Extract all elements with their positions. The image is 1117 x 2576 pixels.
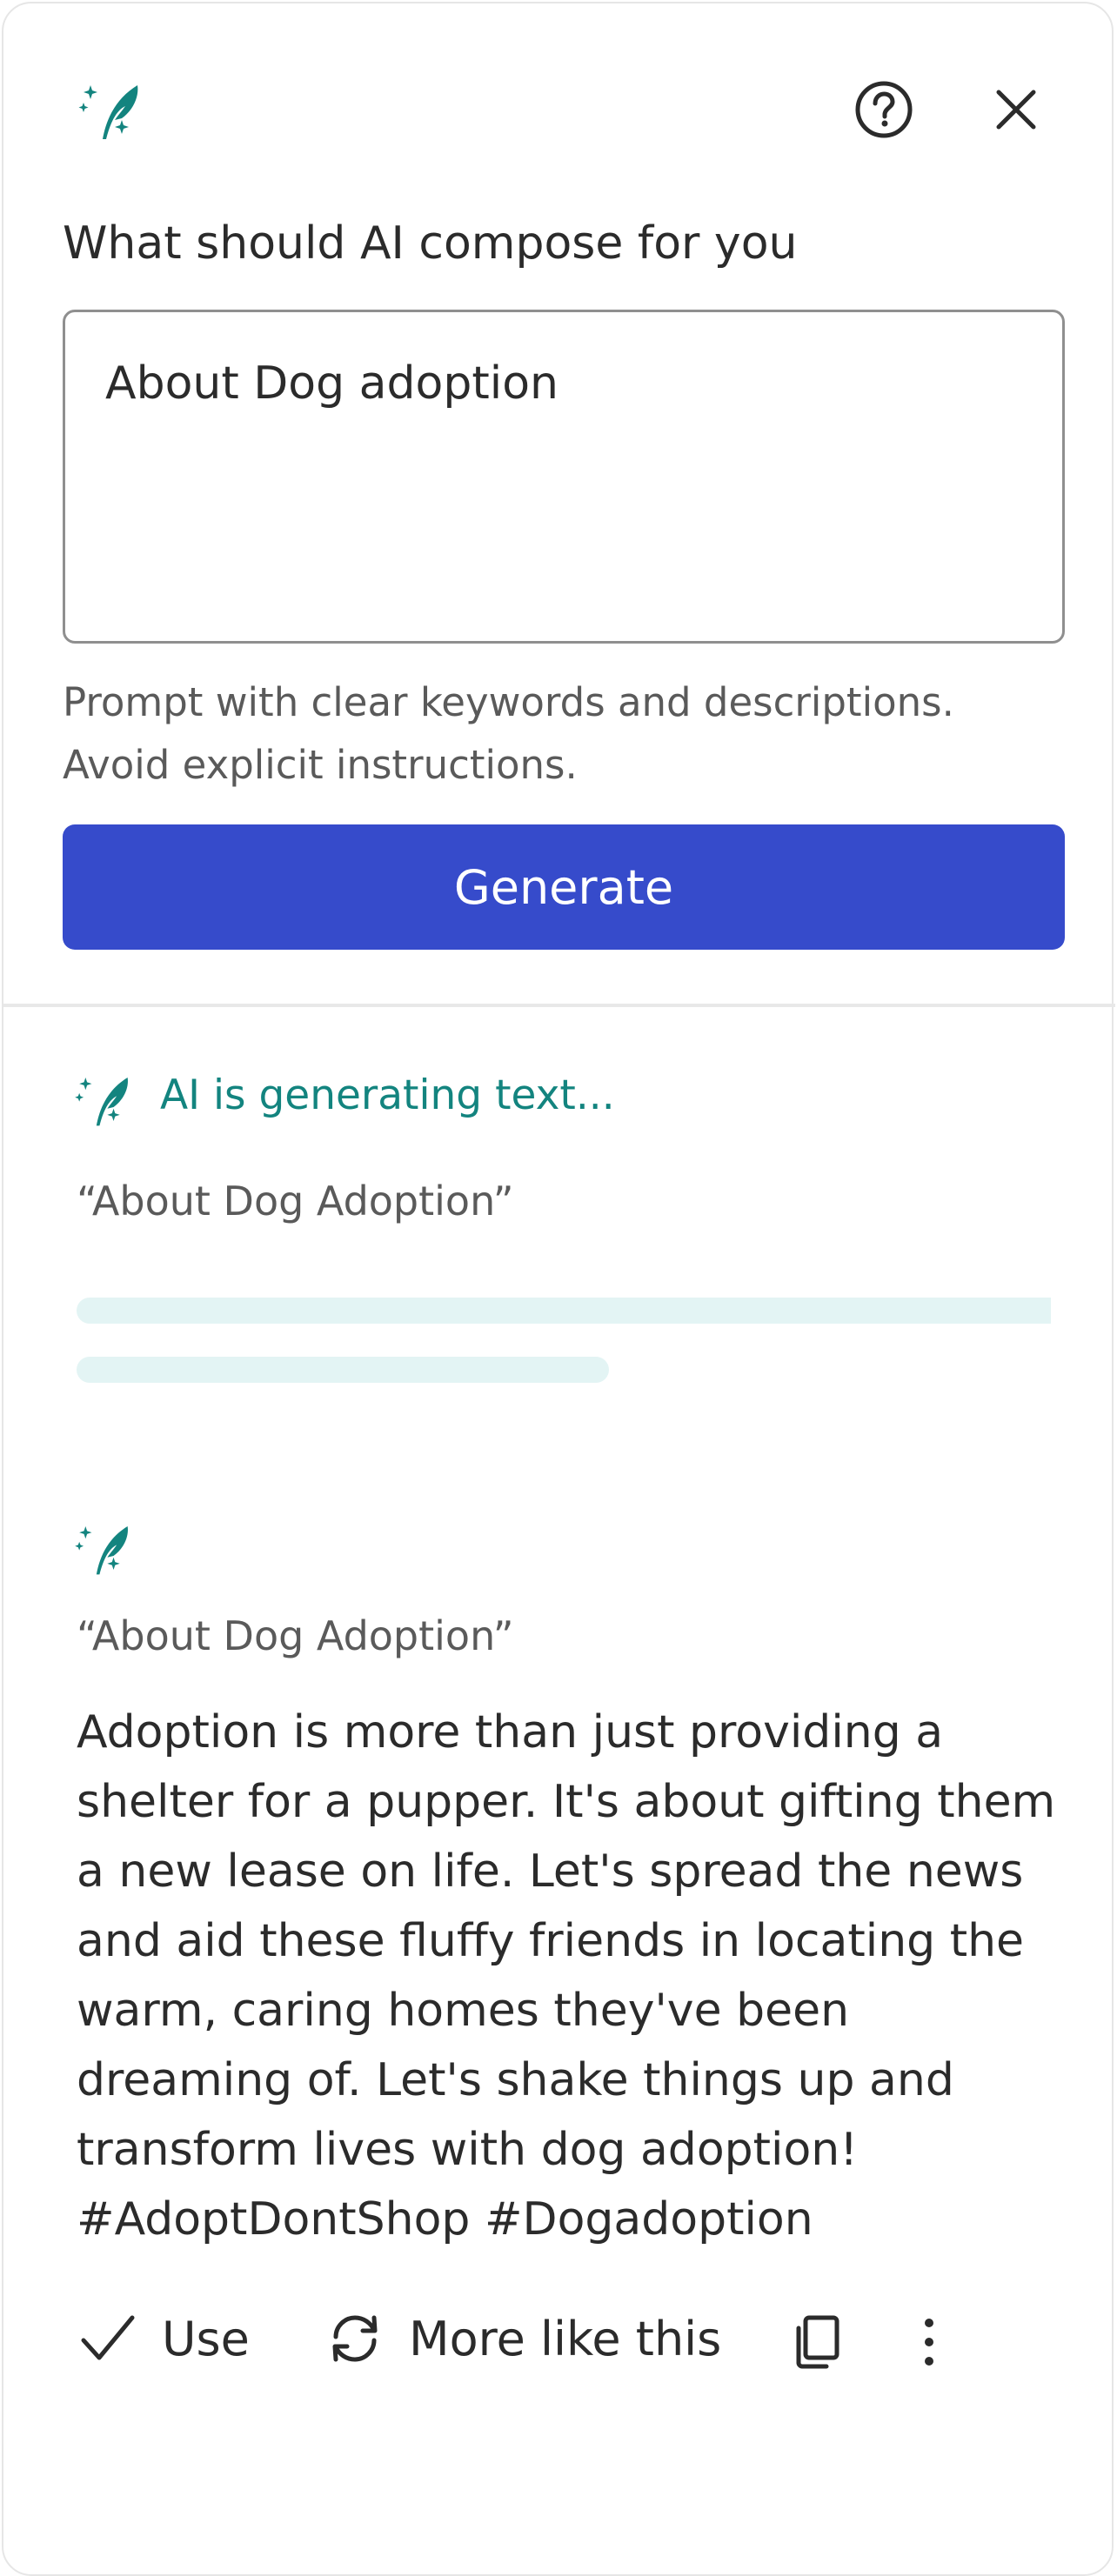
ai-compose-panel: What should AI compose for you About Dog… — [2, 2, 1115, 2576]
more-like-this-label: More like this — [409, 2311, 722, 2366]
loading-skeleton-line — [77, 1298, 1051, 1324]
copy-icon — [796, 2315, 839, 2369]
sparkle-feather-icon — [75, 1077, 128, 1126]
use-button[interactable]: Use — [77, 2299, 250, 2378]
generating-status: AI is generating text... — [160, 1071, 615, 1119]
prompt-input[interactable]: About Dog adoption — [63, 310, 1065, 644]
check-icon — [81, 2315, 135, 2360]
more-options-button[interactable] — [905, 2303, 967, 2381]
generated-text: Adoption is more than just providing a s… — [77, 1706, 1056, 2246]
section-divider — [3, 1004, 1115, 1007]
close-icon[interactable] — [988, 82, 1044, 137]
more-like-this-button[interactable]: More like this — [324, 2299, 721, 2378]
use-button-label: Use — [162, 2311, 250, 2366]
result-prompt-quote: “About Dog Adoption” — [77, 1612, 514, 1659]
copy-button[interactable] — [786, 2303, 849, 2381]
generate-button[interactable]: Generate — [63, 824, 1065, 950]
sparkle-feather-icon — [78, 85, 138, 139]
generating-prompt-quote: “About Dog Adoption” — [77, 1178, 514, 1225]
prompt-hint: Prompt with clear keywords and descripti… — [63, 679, 954, 788]
more-vertical-icon — [925, 2319, 933, 2366]
loading-skeleton-line — [77, 1357, 609, 1383]
prompt-label: What should AI compose for you — [63, 217, 798, 270]
refresh-icon — [332, 2315, 378, 2362]
sparkle-feather-icon — [75, 1525, 128, 1575]
help-circle-icon[interactable] — [853, 78, 915, 141]
